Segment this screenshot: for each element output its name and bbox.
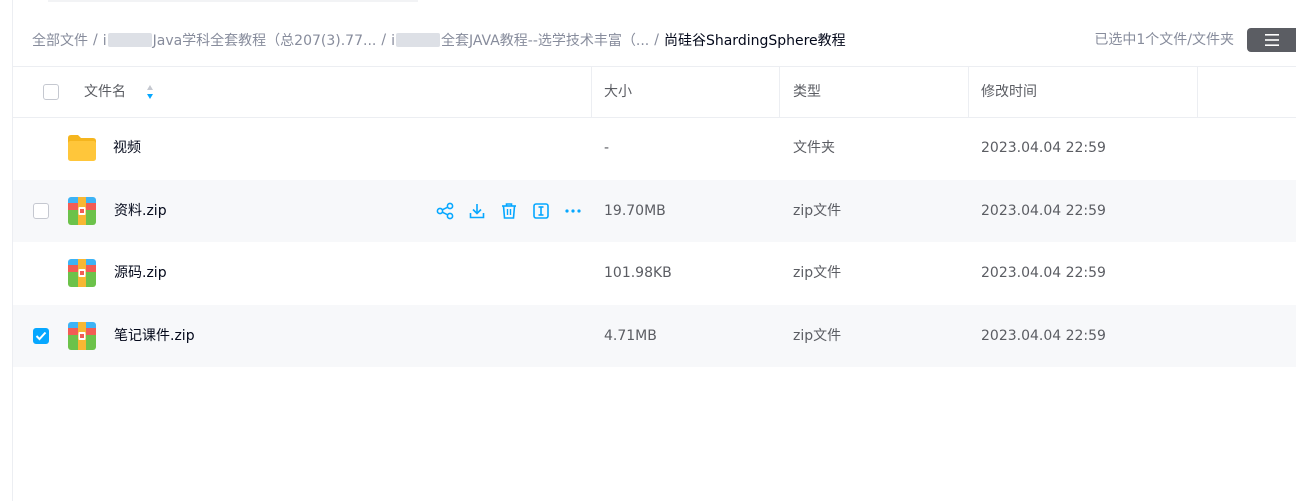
checkmark-icon (35, 331, 47, 341)
file-modified: 2023.04.04 22:59 (981, 203, 1106, 219)
redacted-text (107, 33, 152, 47)
list-view-menu-button[interactable] (1247, 28, 1296, 52)
rename-icon (533, 203, 549, 219)
menu-icon (1264, 34, 1279, 46)
sort-icon[interactable] (146, 84, 154, 100)
breadcrumb-separator: / (93, 32, 98, 48)
column-header-modified[interactable]: 修改时间 (981, 67, 1037, 117)
file-name[interactable]: 资料.zip (114, 180, 167, 242)
breadcrumb: 全部文件 / i Java学科全套教程（总207(3).77... / i 全套JA… (32, 22, 846, 58)
file-size: 4.71MB (604, 328, 657, 344)
folder-icon (68, 135, 96, 161)
file-type: zip文件 (793, 328, 842, 344)
trash-icon (502, 203, 516, 219)
breadcrumb-prefix: i (102, 33, 107, 49)
more-button[interactable] (562, 200, 584, 222)
selection-info: 已选中1个文件/文件夹 (1094, 32, 1234, 48)
column-header-size[interactable]: 大小 (604, 67, 632, 117)
column-header-type[interactable]: 类型 (793, 67, 821, 117)
file-modified: 2023.04.04 22:59 (981, 328, 1106, 344)
file-modified: 2023.04.04 22:59 (981, 265, 1106, 281)
file-type: 文件夹 (793, 140, 835, 156)
file-name[interactable]: 笔记课件.zip (114, 305, 195, 367)
row-checkbox[interactable] (33, 203, 49, 219)
column-divider (779, 67, 780, 117)
breadcrumb-item-current: 尚硅谷ShardingSphere教程 (663, 33, 846, 49)
file-modified: 2023.04.04 22:59 (981, 140, 1106, 156)
zip-icon (68, 197, 96, 225)
top-search-edge (48, 0, 418, 2)
breadcrumb-item-label: Java学科全套教程（总207(3).77... (152, 33, 377, 49)
column-header-name[interactable]: 文件名 (84, 67, 126, 117)
breadcrumb-item-java-tech[interactable]: i 全套JAVA教程--选学技术丰富（... (391, 30, 649, 50)
more-icon (565, 209, 581, 213)
breadcrumb-bar: 全部文件 / i Java学科全套教程（总207(3).77... / i 全套JA… (0, 22, 1296, 58)
breadcrumb-item-java-course[interactable]: i Java学科全套教程（总207(3).77... (102, 30, 377, 50)
rename-button[interactable] (530, 200, 552, 222)
zip-icon (68, 259, 96, 287)
table-row[interactable]: 源码.zip 101.98KB zip文件 2023.04.04 22:59 (13, 242, 1296, 304)
delete-button[interactable] (498, 200, 520, 222)
download-icon (469, 204, 485, 219)
file-name[interactable]: 视频 (113, 117, 141, 179)
breadcrumb-item-all-files[interactable]: 全部文件 (32, 30, 88, 50)
row-checkbox[interactable] (33, 328, 49, 344)
redacted-text (395, 33, 440, 47)
file-size: 101.98KB (604, 265, 672, 281)
breadcrumb-separator: / (381, 32, 387, 48)
table-row[interactable]: 视频 - 文件夹 2023.04.04 22:59 (13, 117, 1296, 179)
share-icon (436, 202, 454, 220)
share-button[interactable] (434, 200, 456, 222)
file-name[interactable]: 源码.zip (114, 242, 167, 304)
file-size: - (604, 140, 610, 156)
breadcrumb-prefix: i (391, 33, 395, 49)
table-header: 文件名 大小 类型 修改时间 (13, 66, 1296, 118)
column-divider (591, 67, 592, 117)
table-row[interactable]: 资料.zip 19.70MB zip文件 2023.04.04 22:59 (13, 180, 1296, 242)
table-row[interactable]: 笔记课件.zip 4.71MB zip文件 2023.04.04 22:59 (13, 305, 1296, 367)
download-button[interactable] (466, 200, 488, 222)
breadcrumb-separator: / (654, 32, 659, 48)
row-actions (434, 200, 584, 222)
zip-icon (68, 322, 96, 350)
file-type: zip文件 (793, 203, 842, 219)
file-size: 19.70MB (604, 203, 666, 219)
file-type: zip文件 (793, 265, 842, 281)
column-divider (1197, 67, 1198, 117)
select-all-checkbox[interactable] (43, 84, 59, 100)
column-divider (968, 67, 969, 117)
breadcrumb-item-label: 全套JAVA教程--选学技术丰富（... (440, 33, 650, 49)
